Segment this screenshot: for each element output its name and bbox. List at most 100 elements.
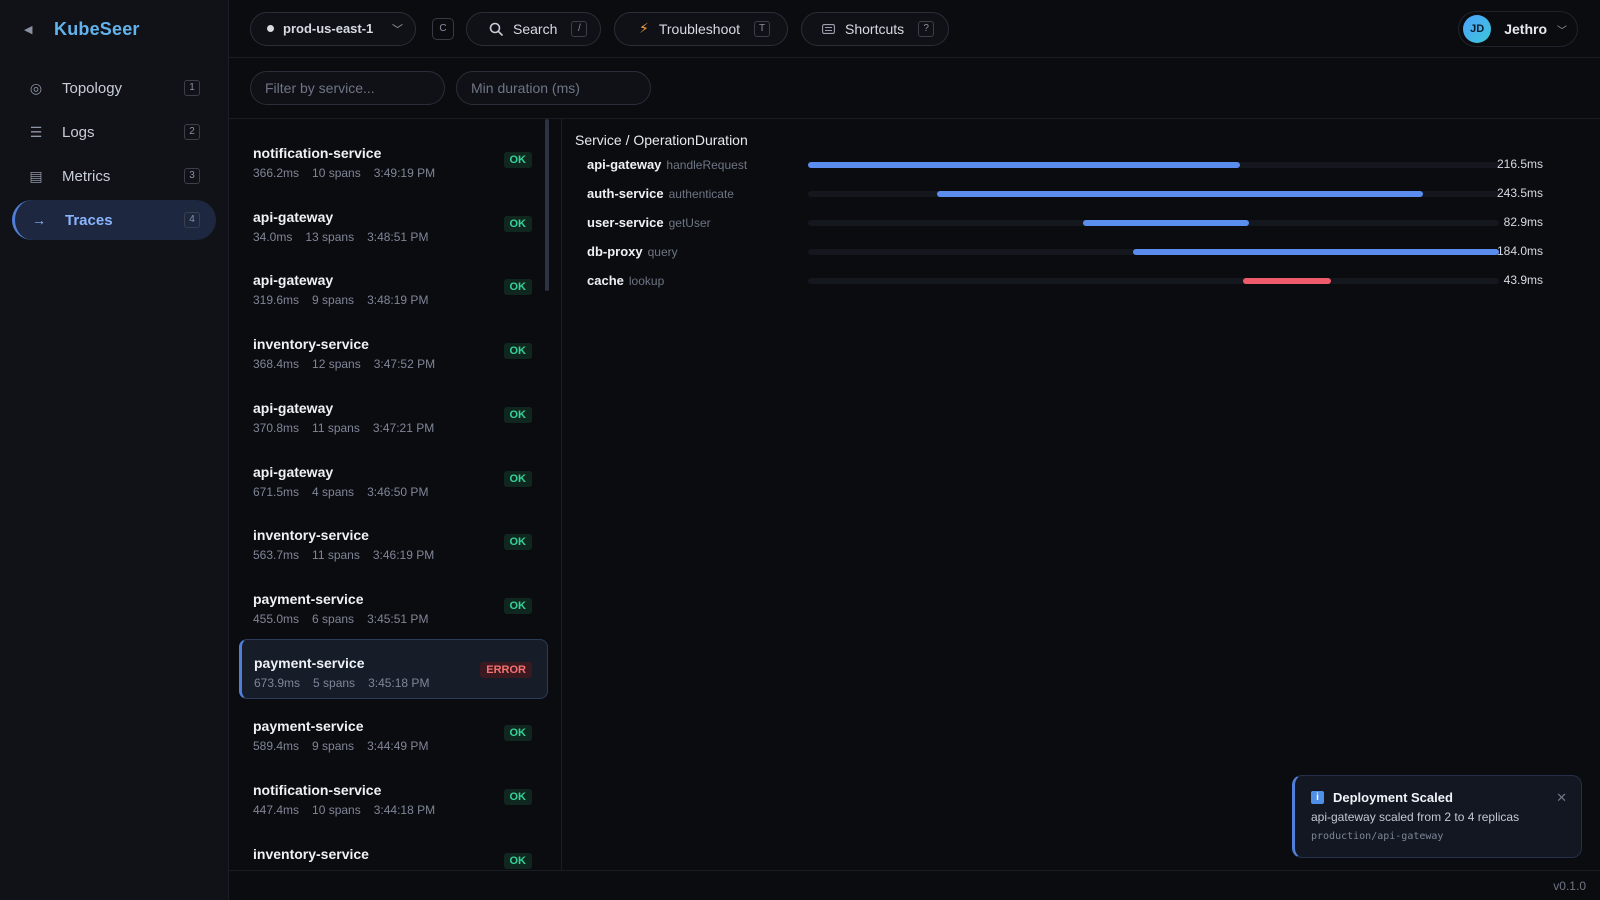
close-icon[interactable]: ✕ (1556, 790, 1567, 806)
cluster-status-dot (267, 25, 274, 32)
trace-waterfall: Service / OperationDuration api-gateway h… (562, 119, 1600, 870)
trace-list-item[interactable]: payment-service 455.0ms 6 spans 3:45:51 PM O… (239, 575, 548, 635)
span-service-name: auth-service (587, 186, 664, 201)
avatar: JD (1463, 15, 1492, 43)
sidebar-item-topology[interactable]: ◎ Topology 1 (12, 68, 216, 108)
shortcut-key: / (571, 20, 588, 37)
trace-duration: 366.2ms (253, 166, 300, 180)
span-service-name: user-service (587, 215, 664, 230)
span-service: cache lookup (587, 273, 664, 288)
trace-duration: 673.9ms (254, 675, 301, 690)
toast-title: Deployment Scaled (1333, 790, 1453, 805)
trace-meta: 319.6ms 9 spans 3:48:19 PM (253, 293, 548, 307)
span-duration: 184.0ms (1496, 244, 1543, 258)
trace-list-item[interactable]: payment-service 589.4ms 9 spans 3:44:49 PM O… (239, 702, 548, 762)
trace-list-item[interactable]: api-gateway 319.6ms 9 spans 3:48:19 PM OK (239, 256, 548, 316)
shortcuts-button[interactable]: Shortcuts ? (801, 11, 949, 46)
trace-duration: 589.4ms (253, 739, 300, 754)
trace-meta: 34.0ms 13 spans 3:48:51 PM (253, 230, 548, 244)
trace-meta: 447.4ms 10 spans 3:44:18 PM (253, 803, 548, 817)
sidebar-nav: ◎ Topology 1 ☰ Logs 2 ▤ Metrics 3 → Trac… (0, 58, 228, 240)
span-track (808, 220, 1499, 226)
trace-span-count: 6 spans (312, 611, 355, 626)
trace-timestamp: 3:47:21 PM (372, 420, 435, 435)
trace-duration: 447.4ms (253, 803, 300, 817)
cluster-shortcut-key[interactable]: C (432, 17, 454, 40)
trace-list-item[interactable]: inventory-service 368.4ms 12 spans 3:47:52 … (239, 320, 548, 380)
trace-list: notification-service 366.2ms 10 spans 3:49:… (229, 119, 562, 870)
span-track (808, 278, 1499, 284)
trace-list-item[interactable]: notification-service 447.4ms 10 spans 3:44:… (239, 766, 548, 826)
notification-toast: i Deployment Scaled api-gateway scaled f… (1292, 775, 1582, 858)
trace-duration: 455.0ms (253, 611, 300, 626)
trace-duration: 671.5ms (253, 484, 300, 499)
trace-meta: 673.9ms 5 spans 3:45:18 PM (254, 676, 547, 690)
span-duration: 243.5ms (1496, 186, 1543, 200)
trace-meta: 366.2ms 10 spans 3:49:19 PM (253, 166, 548, 180)
topology-icon: ◎ (29, 79, 43, 96)
trace-list-item[interactable]: api-gateway 370.8ms 11 spans 3:47:21 PM OK (239, 384, 548, 444)
cluster-name: prod-us-east-1 (283, 21, 374, 36)
trace-duration: 563.7ms (253, 548, 300, 563)
trace-list-item[interactable]: inventory-service OK (239, 830, 548, 870)
search-button[interactable]: Search / (466, 11, 601, 46)
span-row[interactable]: db-proxy query 184.0ms (562, 244, 1600, 273)
span-bar (1243, 278, 1332, 284)
span-service-name: cache (587, 273, 624, 288)
trace-duration: 368.4ms (253, 357, 300, 372)
status-badge: ERROR (480, 661, 532, 678)
status-badge: OK (503, 789, 532, 805)
trace-span-count: 13 spans (305, 229, 355, 244)
status-badge: OK (503, 215, 532, 232)
shortcut-key: 4 (184, 212, 200, 228)
span-track (808, 249, 1499, 255)
trace-list-item[interactable]: notification-service 366.2ms 10 spans 3:49:… (239, 129, 548, 189)
span-row[interactable]: api-gateway handleRequest 216.5ms (562, 157, 1600, 186)
service-filter-input[interactable] (250, 71, 445, 105)
trace-list-item[interactable]: payment-service 673.9ms 5 spans 3:45:18 PM E… (239, 638, 548, 699)
sidebar-item-label: Topology (62, 79, 123, 97)
status-badge: OK (503, 406, 532, 423)
shortcut-key: 2 (184, 124, 200, 140)
trace-list-item[interactable]: inventory-service 563.7ms 11 spans 3:46:19 … (239, 511, 548, 571)
span-track (808, 162, 1499, 168)
cluster-selector[interactable]: prod-us-east-1 ﹀ (250, 11, 416, 46)
span-row[interactable]: user-service getUser 82.9ms (562, 215, 1600, 244)
sidebar-item-label: Logs (62, 123, 95, 141)
trace-span-count: 9 spans (312, 739, 355, 754)
trace-span-count: 4 spans (312, 484, 355, 499)
chevron-left-icon[interactable]: ◀ (24, 23, 38, 36)
min-duration-input[interactable] (456, 71, 651, 105)
shortcut-key: 3 (184, 168, 200, 184)
sidebar-item-logs[interactable]: ☰ Logs 2 (12, 112, 216, 152)
trace-meta: 368.4ms 12 spans 3:47:52 PM (253, 357, 548, 371)
span-service: user-service getUser (587, 215, 711, 230)
trace-list-item[interactable]: api-gateway 34.0ms 13 spans 3:48:51 PM OK (239, 193, 548, 253)
sidebar-item-traces[interactable]: → Traces 4 (12, 200, 216, 240)
trace-timestamp: 3:48:51 PM (367, 229, 429, 244)
span-service-name: db-proxy (587, 244, 643, 259)
trace-timestamp: 3:46:50 PM (367, 484, 429, 499)
status-badge: OK (503, 597, 532, 614)
footer: v0.1.0 (229, 870, 1600, 900)
span-duration: 82.9ms (1503, 215, 1543, 229)
sidebar-item-metrics[interactable]: ▤ Metrics 3 (12, 156, 216, 196)
trace-list-item[interactable]: api-gateway 671.5ms 4 spans 3:46:50 PM OK (239, 448, 548, 508)
trace-timestamp: 3:48:19 PM (367, 293, 429, 308)
toast-message: api-gateway scaled from 2 to 4 replicas (1311, 810, 1520, 824)
status-badge: OK (503, 470, 532, 487)
span-service-name: api-gateway (587, 157, 662, 172)
toast-resource-path: production/api-gateway (1311, 831, 1444, 842)
shortcut-key: T (754, 20, 771, 37)
troubleshoot-button[interactable]: ⚡ Troubleshoot T (614, 11, 788, 46)
trace-span-count: 11 spans (312, 548, 360, 563)
span-row[interactable]: auth-service authenticate 243.5ms (562, 186, 1600, 215)
status-badge: OK (503, 852, 532, 869)
user-menu[interactable]: JD Jethro ﹀ (1458, 11, 1578, 47)
sidebar: ◀ KubeSeer ◎ Topology 1 ☰ Logs 2 ▤ Metri… (0, 0, 229, 900)
status-badge: OK (503, 534, 532, 551)
trace-span-count: 11 spans (312, 420, 360, 435)
trace-meta: 370.8ms 11 spans 3:47:21 PM (253, 421, 548, 435)
span-row[interactable]: cache lookup 43.9ms (562, 273, 1600, 302)
trace-timestamp: 3:44:18 PM (373, 803, 436, 817)
